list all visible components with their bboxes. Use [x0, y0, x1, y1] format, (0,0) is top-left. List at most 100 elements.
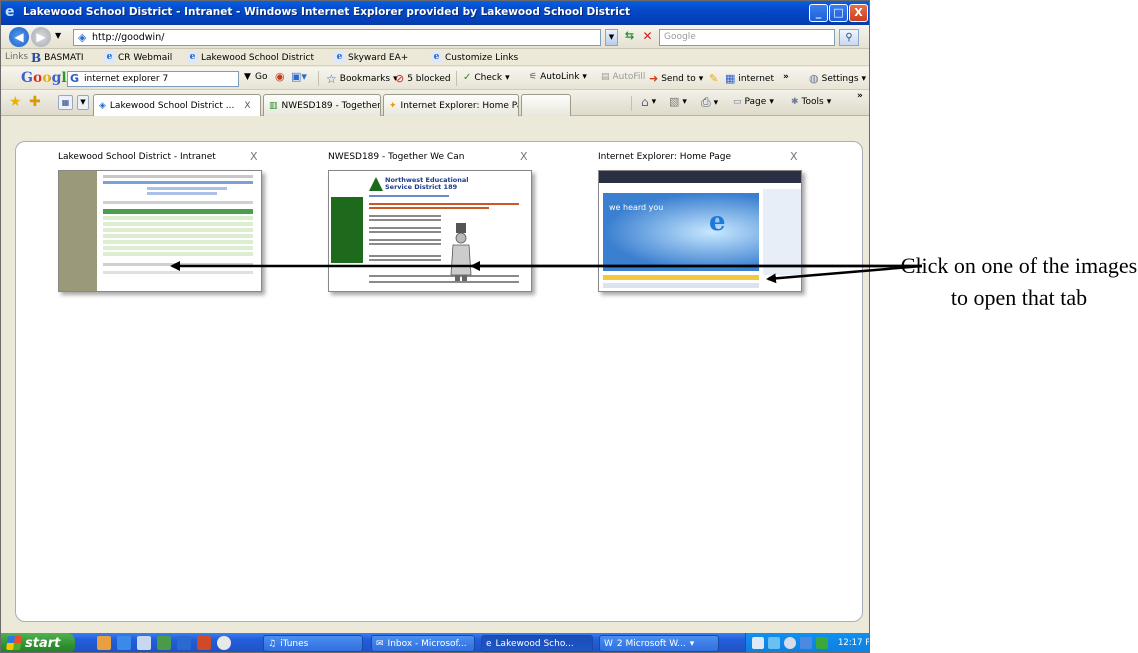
search-input[interactable]: Google [659, 29, 835, 46]
popup-blocker-button[interactable]: ⊘ 5 blocked [395, 72, 451, 85]
antivirus-tray-icon[interactable] [816, 637, 828, 649]
ie-home-page-icon: ✦ [389, 100, 397, 111]
thumbnail-title: NWESD189 - Together We Can [328, 152, 465, 162]
link-lakewood[interactable]: e Lakewood School District [187, 51, 314, 64]
help-tray-icon[interactable] [752, 637, 764, 649]
add-favorite-icon[interactable]: ✚ [29, 94, 41, 110]
address-dropdown-icon[interactable]: ▼ [605, 29, 618, 46]
refresh-icon[interactable]: ⇆ [621, 29, 638, 46]
hero-text: we heard you [609, 203, 664, 212]
google-search-input[interactable]: G internet explorer 7 [67, 71, 239, 87]
clock: 12:17 PM [838, 638, 870, 648]
favorites-star-icon[interactable]: ★ [9, 94, 22, 110]
stop-icon[interactable]: ✕ [639, 29, 656, 46]
print-button[interactable]: ⎙ ▾ [701, 95, 718, 110]
network-tray-icon[interactable] [768, 637, 780, 649]
thumbnail-image-lakewood[interactable] [58, 170, 262, 292]
thumbnail-heading: Northwest Educational Service District 1… [385, 176, 469, 191]
tab-label: Lakewood School District ... [109, 100, 235, 111]
thumbnail-close-icon[interactable]: X [790, 150, 798, 163]
recent-pages-dropdown-icon[interactable]: ▼ [55, 31, 61, 40]
quicklaunch-media-icon[interactable] [197, 636, 211, 650]
home-button[interactable]: ⌂ ▾ [641, 95, 656, 109]
autofill-button[interactable]: ▤ AutoFill [601, 72, 645, 82]
link-cr-webmail[interactable]: e CR Webmail [104, 51, 172, 64]
quick-tabs-view: Lakewood School District - Intranet X NW… [15, 141, 863, 622]
feeds-icon: ▧ [669, 95, 680, 108]
security-tray-icon[interactable] [784, 637, 796, 649]
settings-button[interactable]: ◍ Settings ▾ [809, 72, 866, 85]
back-button[interactable]: ◀ [9, 27, 29, 47]
tab-ie-home[interactable]: ✦ Internet Explorer: Home Page [383, 94, 519, 116]
command-overflow-button[interactable]: » [857, 91, 863, 101]
google-go-button[interactable]: Go [255, 72, 267, 82]
taskbar-item-inbox[interactable]: ✉ Inbox - Microsof... [371, 635, 475, 652]
link-skyward[interactable]: e Skyward EA+ [334, 51, 408, 64]
quick-tab-thumbnail[interactable]: NWESD189 - Together We Can X Northwest E… [328, 150, 538, 294]
taskbar: start ♫ iTunes ✉ Inbox - Microsof... e L… [1, 633, 870, 652]
spellcheck-button[interactable]: ✓ Check ▾ [463, 72, 510, 83]
link-basmati[interactable]: B BASMATI [31, 51, 84, 65]
quicklaunch-outlook-icon[interactable] [97, 636, 111, 650]
thumbnail-close-icon[interactable]: X [250, 150, 258, 163]
new-tab-button[interactable] [521, 94, 571, 116]
address-input[interactable]: ◈ http://goodwin/ [73, 29, 601, 46]
ie-page-icon: e [187, 52, 198, 63]
autolink-button[interactable]: ⚟ AutoLink ▾ [529, 72, 587, 82]
browser-screenshot: e Lakewood School District - Intranet - … [0, 0, 870, 653]
close-window-button[interactable]: X [849, 4, 868, 22]
link-customize[interactable]: e Customize Links [431, 51, 518, 64]
quicklaunch-excel-icon[interactable] [157, 636, 171, 650]
google-g-icon: G [70, 72, 80, 85]
google-search-dropdown-icon[interactable]: ▼ [244, 72, 251, 82]
thumbnail-title: Lakewood School District - Intranet [58, 152, 216, 162]
tab-close-icon[interactable]: X [244, 101, 250, 111]
toolbar-overflow-button[interactable]: » [783, 72, 789, 82]
minimize-button[interactable]: _ [809, 4, 828, 22]
link-label: CR Webmail [118, 52, 173, 63]
maximize-button[interactable]: □ [829, 4, 848, 22]
feeds-button[interactable]: ▧ ▾ [669, 95, 687, 108]
highlight-icon[interactable]: ✎ [709, 72, 718, 85]
quicklaunch-ie-icon[interactable] [117, 636, 131, 650]
page-menu-button[interactable]: ▭ Page ▾ [733, 97, 774, 107]
thumbnail-image-nwesd189[interactable]: Northwest Educational Service District 1… [328, 170, 532, 292]
taskbar-item-word[interactable]: W 2 Microsoft W... ▾ [599, 635, 719, 652]
quicklaunch-itunes-icon[interactable] [217, 636, 231, 650]
ie-logo-icon: e [5, 4, 15, 20]
tools-gear-icon: ✱ [791, 97, 799, 107]
tab-list-dropdown-icon[interactable]: ▼ [77, 95, 89, 110]
taskbar-item-lakewood[interactable]: e Lakewood Scho... [481, 635, 593, 652]
forward-button[interactable]: ▶ [31, 27, 51, 47]
tab-nwesd189[interactable]: ▥ NWESD189 - Together We Can [263, 94, 381, 116]
thumbnail-image-ie-home[interactable]: we heard you e [598, 170, 802, 292]
autofill-icon: ▤ [601, 72, 610, 82]
link-label: BASMATI [44, 52, 84, 63]
quicklaunch-word-icon[interactable] [177, 636, 191, 650]
news-icon[interactable]: ▣▾ [291, 70, 307, 83]
popup-blocked-icon: ⊘ [395, 72, 405, 85]
tools-menu-button[interactable]: ✱ Tools ▾ [791, 97, 831, 107]
quick-tab-thumbnail[interactable]: Internet Explorer: Home Page X we heard … [598, 150, 808, 294]
tab-label: NWESD189 - Together We Can [281, 100, 381, 111]
link-label: Lakewood School District [201, 52, 314, 63]
callout-text: Click on one of the images to open that … [900, 253, 1138, 310]
search-icon[interactable]: ⚲ [839, 29, 859, 46]
nwesd-page-icon: ▥ [269, 100, 278, 111]
taskbar-item-itunes[interactable]: ♫ iTunes [263, 635, 363, 652]
send-to-button[interactable]: ➜ Send to ▾ [649, 72, 703, 85]
quicklaunch-desktop-icon[interactable] [137, 636, 151, 650]
ie-logo-icon: e [709, 207, 726, 237]
links-label: Links [5, 52, 29, 62]
volume-tray-icon[interactable] [800, 637, 812, 649]
quick-tab-thumbnail[interactable]: Lakewood School District - Intranet X [58, 150, 268, 294]
tab-lakewood[interactable]: ◈ Lakewood School District ... X [93, 94, 261, 116]
pagerank-icon[interactable]: ◉ [275, 70, 285, 83]
thumbnail-close-icon[interactable]: X [520, 150, 528, 163]
quick-tabs-icon[interactable]: ▦ [58, 95, 73, 110]
windows-flag-icon [6, 636, 22, 650]
start-button[interactable]: start [1, 633, 75, 652]
autolink-wand-icon: ⚟ [529, 72, 538, 82]
bookmarks-button[interactable]: ☆ Bookmarks ▾ [326, 72, 398, 86]
internet-button[interactable]: ▦ internet [725, 72, 774, 85]
